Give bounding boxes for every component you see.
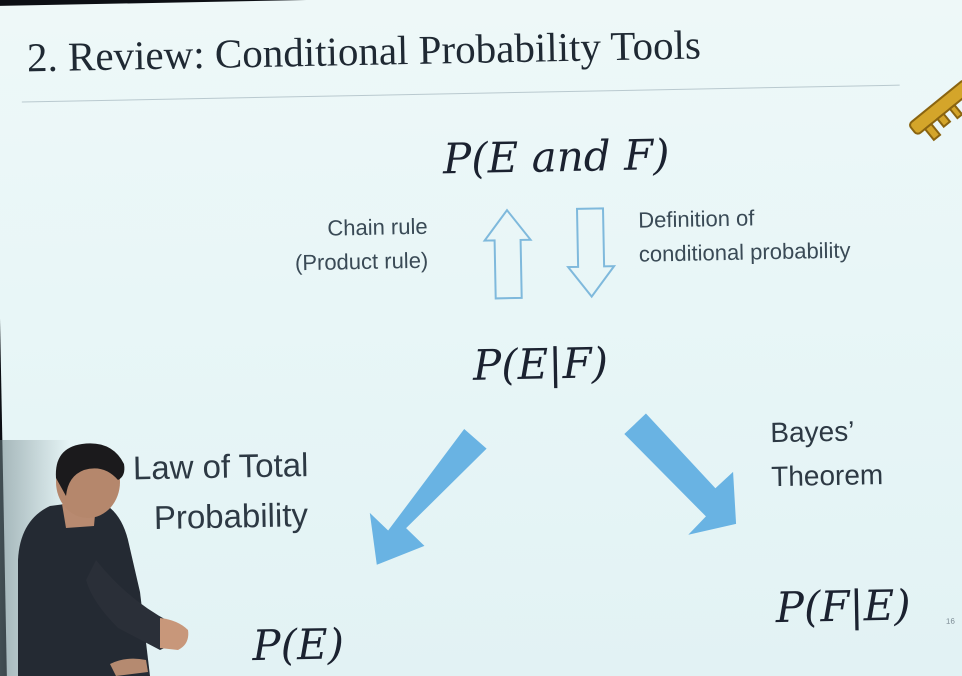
presenter: [18, 443, 189, 676]
video-frame: 2. Review: Conditional Probability Tools…: [0, 0, 962, 676]
